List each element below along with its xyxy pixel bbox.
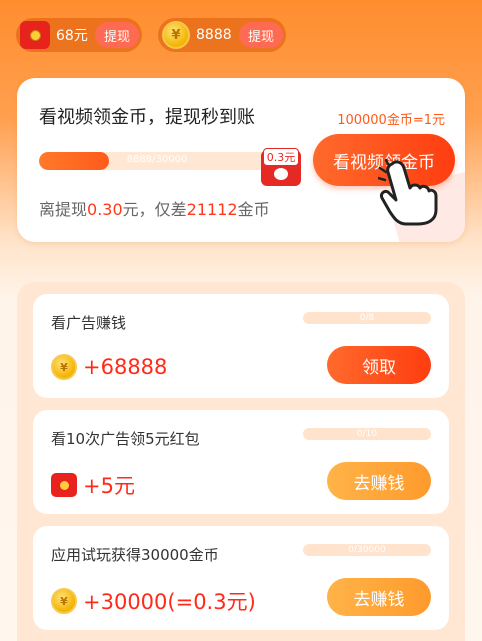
task-item: 看广告赚钱 0/8 ¥ +68888 领取: [33, 294, 449, 398]
coin-amount: 8888: [196, 27, 232, 43]
task-name: 看广告赚钱: [51, 314, 127, 332]
withdraw-gap-text: 离提现0.30元，仅差21112金币: [39, 196, 270, 220]
withdraw-progress-bar: 8888/30000: [39, 152, 275, 170]
task-name: 看10次广告领5元红包: [51, 430, 200, 448]
task-progress-text: 0/8: [359, 313, 375, 323]
gap-prefix: 离提现: [39, 200, 88, 219]
cash-withdraw-button[interactable]: 提现: [94, 22, 139, 48]
target-red-packet-icon: 0.3元: [261, 148, 301, 186]
task-progress-bar: 0/10: [303, 428, 431, 440]
cash-amount: 68元: [56, 28, 88, 44]
task-name: 应用试玩获得30000金币: [51, 546, 219, 564]
red-packet-icon: [20, 21, 50, 49]
gap-coins: 21112: [186, 200, 238, 219]
go-earn-button[interactable]: 去赚钱: [327, 578, 431, 616]
coin-withdraw-button[interactable]: 提现: [238, 22, 283, 48]
wechat-icon: [274, 168, 288, 180]
coin-icon: ¥: [162, 21, 190, 49]
exchange-rate: 100000金币=1元: [337, 113, 445, 128]
go-earn-button[interactable]: 去赚钱: [327, 462, 431, 500]
gap-mid: 元，仅差: [122, 200, 187, 219]
task-progress-text: 0/30000: [348, 545, 386, 555]
task-item: 看10次广告领5元红包 0/10 +5元 去赚钱: [33, 410, 449, 514]
task-item: 应用试玩获得30000金币 0/30000 ¥ +30000(=0.3元) 去赚…: [33, 526, 449, 630]
gap-amount: 0.30: [87, 200, 123, 219]
task-reward: +5元: [51, 470, 135, 500]
coin-icon: ¥: [51, 354, 77, 380]
reward-value: +30000(=0.3元): [83, 590, 256, 614]
target-label: 0.3元: [263, 148, 299, 166]
reward-value: +68888: [83, 355, 168, 379]
task-progress-bar: 0/30000: [303, 544, 431, 556]
coin-balance-pill: ¥ 8888 提现: [158, 18, 286, 52]
progress-text: 8888/30000: [126, 154, 188, 165]
reward-value: +5元: [83, 474, 135, 498]
cash-balance-pill: 68元 提现: [16, 18, 142, 52]
red-packet-icon: [51, 473, 77, 497]
task-reward: ¥ +30000(=0.3元): [51, 586, 256, 616]
card-title: 看视频领金币，提现秒到账: [39, 107, 255, 128]
task-progress-text: 0/10: [356, 429, 378, 439]
gap-suffix: 金币: [237, 200, 270, 219]
task-progress-bar: 0/8: [303, 312, 431, 324]
coin-icon: ¥: [51, 588, 77, 614]
task-panel: 看广告赚钱 0/8 ¥ +68888 领取 看10次广告领5元红包 0/10 +…: [17, 282, 465, 641]
claim-button[interactable]: 领取: [327, 346, 431, 384]
task-reward: ¥ +68888: [51, 354, 167, 380]
pointing-hand-icon: [378, 158, 438, 226]
